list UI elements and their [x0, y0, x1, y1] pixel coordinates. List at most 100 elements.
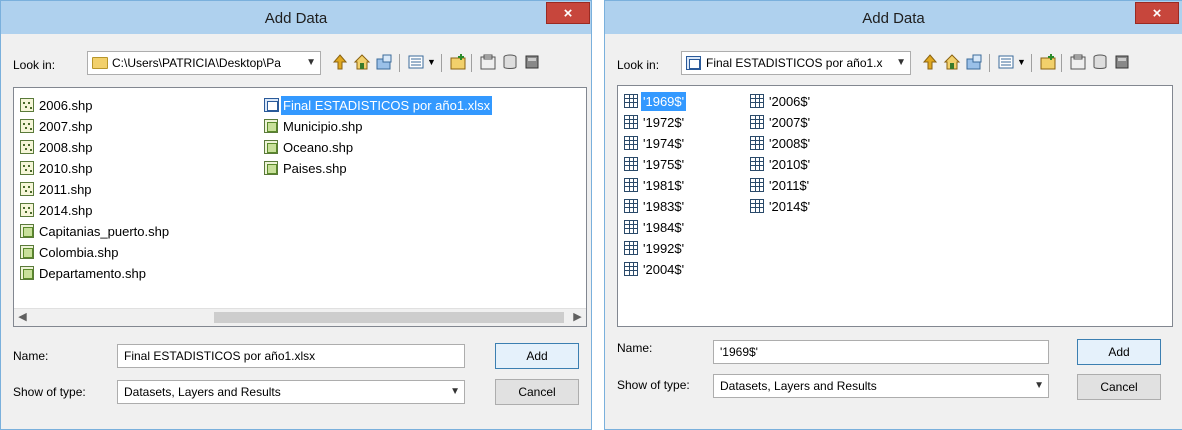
list-item-label: 2011.shp: [39, 182, 92, 197]
polygon-shapefile-icon: [264, 161, 278, 175]
show-of-type-label: Show of type:: [617, 378, 690, 392]
list-item-label: 2010.shp: [39, 161, 93, 176]
list-item-label: 2014.shp: [39, 203, 93, 218]
add-data-dialog-left: Add Data × Look in: C:\Users\PATRICIA\De…: [0, 0, 592, 430]
server-connect-icon[interactable]: [1113, 53, 1131, 71]
list-item-label: '1969$': [641, 92, 687, 111]
show-of-type-value: Datasets, Layers and Results: [124, 385, 281, 399]
list-item-label: Municipio.shp: [283, 119, 363, 134]
polygon-shapefile-icon: [264, 119, 278, 133]
look-in-label: Look in:: [13, 58, 56, 72]
toolbox-icon[interactable]: [1069, 53, 1087, 71]
point-shapefile-icon: [20, 161, 34, 175]
toolbar-separator: [1031, 54, 1032, 72]
server-connect-icon[interactable]: [523, 53, 541, 71]
list-item-label: 2007.shp: [39, 119, 93, 134]
look-in-label: Look in:: [617, 58, 660, 72]
table-icon: [624, 94, 638, 108]
table-icon: [750, 178, 764, 192]
horizontal-scrollbar[interactable]: ◀ ▶: [14, 308, 586, 326]
toolbar-separator: [441, 54, 442, 72]
table-icon: [624, 136, 638, 150]
list-item-label: '1984$': [643, 220, 685, 235]
list-item-label: '2006$': [769, 94, 811, 109]
add-button[interactable]: Add: [495, 343, 579, 369]
table-icon: [750, 136, 764, 150]
view-list-icon[interactable]: [997, 53, 1015, 71]
table-icon: [624, 220, 638, 234]
toolbox-icon[interactable]: [479, 53, 497, 71]
list-item-label: '2010$': [769, 157, 811, 172]
view-dropdown-arrow-icon[interactable]: ▼: [1017, 57, 1026, 67]
view-dropdown-arrow-icon[interactable]: ▼: [427, 57, 436, 67]
add-button[interactable]: Add: [1077, 339, 1161, 365]
look-in-dropdown[interactable]: Final ESTADISTICOS por año1.x ▼: [681, 51, 911, 75]
cancel-button[interactable]: Cancel: [495, 379, 579, 405]
title-bar[interactable]: Add Data ×: [1, 1, 591, 34]
table-icon: [624, 241, 638, 255]
chevron-down-icon: ▼: [306, 57, 316, 68]
toolbar-separator: [399, 54, 400, 72]
close-button[interactable]: ×: [546, 2, 590, 24]
table-icon: [750, 94, 764, 108]
excel-workbook-icon: [264, 98, 279, 112]
new-folder-icon[interactable]: [449, 53, 467, 71]
title-bar[interactable]: Add Data ×: [605, 1, 1182, 34]
view-list-icon[interactable]: [407, 53, 425, 71]
list-item-label: Paises.shp: [283, 161, 347, 176]
dialog-title: Add Data: [264, 10, 328, 27]
up-one-level-icon[interactable]: [331, 53, 349, 71]
scrollbar-thumb[interactable]: [214, 312, 564, 323]
list-item-label: '1975$': [643, 157, 685, 172]
table-icon: [624, 157, 638, 171]
close-button[interactable]: ×: [1135, 2, 1179, 24]
connect-folder-icon[interactable]: [965, 53, 983, 71]
look-in-value: C:\Users\PATRICIA\Desktop\Pa: [112, 56, 281, 70]
point-shapefile-icon: [20, 182, 34, 196]
look-in-value: Final ESTADISTICOS por año1.x: [706, 56, 883, 70]
table-icon: [624, 115, 638, 129]
list-item-label: '1974$': [643, 136, 685, 151]
sheet-list[interactable]: '1969$' '1972$' '1974$' '1975$' '1981$' '1983…: [617, 85, 1173, 327]
home-icon[interactable]: [353, 53, 371, 71]
list-item-label: '2008$': [769, 136, 811, 151]
up-one-level-icon[interactable]: [921, 53, 939, 71]
connect-folder-icon[interactable]: [375, 53, 393, 71]
table-icon: [750, 199, 764, 213]
chevron-down-icon: ▼: [896, 57, 906, 68]
scroll-left-arrow-icon[interactable]: ◀: [14, 309, 31, 326]
chevron-down-icon: ▼: [450, 386, 460, 397]
list-item-label: Final ESTADISTICOS por año1.xlsx: [281, 96, 493, 115]
list-item-label: Departamento.shp: [39, 266, 146, 281]
table-icon: [750, 115, 764, 129]
show-of-type-dropdown[interactable]: Datasets, Layers and Results ▼: [117, 380, 465, 404]
toolbar-separator: [1061, 54, 1062, 72]
show-of-type-dropdown[interactable]: Datasets, Layers and Results ▼: [713, 374, 1049, 398]
list-item-label: Oceano.shp: [283, 140, 354, 155]
name-input[interactable]: '1969$': [713, 340, 1049, 364]
new-folder-icon[interactable]: [1039, 53, 1057, 71]
table-icon: [624, 178, 638, 192]
database-icon[interactable]: [501, 53, 519, 71]
list-item-label: Colombia.shp: [39, 245, 119, 260]
name-label: Name:: [13, 349, 49, 363]
table-icon: [624, 262, 638, 276]
list-item-label: '2007$': [769, 115, 811, 130]
table-icon: [624, 199, 638, 213]
folder-icon: [92, 57, 108, 69]
look-in-dropdown[interactable]: C:\Users\PATRICIA\Desktop\Pa ▼: [87, 51, 321, 75]
file-list[interactable]: 2006.shp 2007.shp 2008.shp 2010.shp 2011.shp…: [13, 87, 587, 327]
cancel-button[interactable]: Cancel: [1077, 374, 1161, 400]
polygon-shapefile-icon: [20, 266, 34, 280]
point-shapefile-icon: [20, 203, 34, 217]
name-input[interactable]: Final ESTADISTICOS por año1.xlsx: [117, 344, 465, 368]
point-shapefile-icon: [20, 98, 34, 112]
home-icon[interactable]: [943, 53, 961, 71]
database-icon[interactable]: [1091, 53, 1109, 71]
list-item-label: '2014$': [769, 199, 811, 214]
list-item-label: '1981$': [643, 178, 685, 193]
point-shapefile-icon: [20, 140, 34, 154]
name-label: Name:: [617, 341, 653, 355]
list-item-label: '1972$': [643, 115, 685, 130]
scroll-right-arrow-icon[interactable]: ▶: [569, 309, 586, 326]
